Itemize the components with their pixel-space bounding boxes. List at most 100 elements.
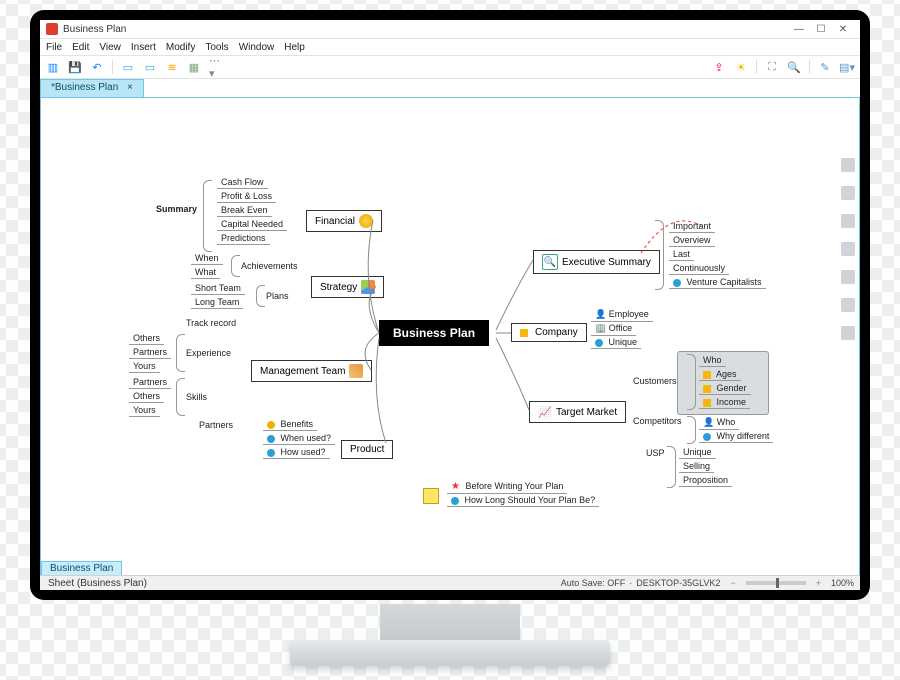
menu-window[interactable]: Window <box>239 42 275 53</box>
zoom-in-icon[interactable]: + <box>816 578 821 588</box>
zoom-fit-icon[interactable]: ⛶ <box>765 60 779 74</box>
new-icon[interactable]: ▥ <box>46 60 60 74</box>
leaf[interactable]: Profit & Loss <box>217 190 276 203</box>
leaf[interactable]: What <box>191 266 220 279</box>
idea-icon[interactable]: ☀ <box>734 60 748 74</box>
leaf[interactable]: When <box>191 252 223 265</box>
label-skills[interactable]: Skills <box>186 392 207 402</box>
menu-file[interactable]: File <box>46 42 62 53</box>
panel-icon-3[interactable] <box>841 214 855 228</box>
leaf[interactable]: Overview <box>669 234 715 247</box>
floating-note[interactable]: ★ Before Writing Your Plan <box>447 480 567 494</box>
menu-tools[interactable]: Tools <box>205 42 228 53</box>
mindmap-canvas[interactable]: Business Plan Financial Strategy Managem… <box>40 97 860 590</box>
boundary-icon[interactable]: ▦ <box>187 60 201 74</box>
node-strategy[interactable]: Strategy <box>311 276 384 298</box>
menu-view[interactable]: View <box>99 42 121 53</box>
search-icon[interactable]: 🔍 <box>787 60 801 74</box>
leaf[interactable]: Others <box>129 332 164 345</box>
node-central[interactable]: Business Plan <box>379 320 489 346</box>
zoom-value: 100% <box>831 578 854 588</box>
panel-icon-1[interactable] <box>841 158 855 172</box>
leaf[interactable]: Predictions <box>217 232 270 245</box>
zoom-out-icon[interactable]: − <box>730 578 735 588</box>
leaf[interactable]: Partners <box>129 346 171 359</box>
subtopic-icon[interactable]: ▭ <box>143 60 157 74</box>
undo-icon[interactable]: ↶ <box>90 60 104 74</box>
leaf[interactable]: 🏢 Office <box>591 322 636 336</box>
panel-icon-5[interactable] <box>841 270 855 284</box>
document-tab[interactable]: *Business Plan × <box>40 79 144 97</box>
leaf[interactable]: Why different <box>699 430 773 443</box>
node-management-team[interactable]: Management Team <box>251 360 372 382</box>
leaf[interactable]: Long Team <box>191 296 243 309</box>
label-experience[interactable]: Experience <box>186 348 231 358</box>
leaf[interactable]: Cash Flow <box>217 176 268 189</box>
topic-icon[interactable]: ▭ <box>121 60 135 74</box>
floating-note[interactable]: How Long Should Your Plan Be? <box>447 494 599 507</box>
more-icon[interactable]: ⋯▾ <box>209 60 223 74</box>
close-button[interactable]: ✕ <box>832 24 854 35</box>
menu-insert[interactable]: Insert <box>131 42 156 53</box>
save-icon[interactable]: 💾 <box>68 60 82 74</box>
sheet-tab[interactable]: Business Plan <box>41 561 122 575</box>
brace-icon <box>176 378 185 416</box>
label-usp[interactable]: USP <box>646 448 665 458</box>
node-company[interactable]: Company <box>511 323 587 342</box>
panel-icon-4[interactable] <box>841 242 855 256</box>
format-icon[interactable]: ✎ <box>818 60 832 74</box>
label-partners[interactable]: Partners <box>199 420 233 430</box>
menu-edit[interactable]: Edit <box>72 42 89 53</box>
node-financial[interactable]: Financial <box>306 210 382 232</box>
leaf[interactable]: Others <box>129 390 164 403</box>
leaf[interactable]: Proposition <box>679 474 732 487</box>
panel-icon-6[interactable] <box>841 298 855 312</box>
window-title: Business Plan <box>63 24 126 35</box>
leaf[interactable]: Continuously <box>669 262 729 275</box>
leaf[interactable]: 👤 Who <box>699 416 739 430</box>
leaf[interactable]: Venture Capitalists <box>669 276 766 289</box>
node-target-market[interactable]: 📈 Target Market <box>529 401 626 423</box>
maximize-button[interactable]: ☐ <box>810 24 832 35</box>
label-plans[interactable]: Plans <box>266 291 289 301</box>
panel-icon-2[interactable] <box>841 186 855 200</box>
leaf[interactable]: Yours <box>129 360 160 373</box>
leaf[interactable]: Partners <box>129 376 171 389</box>
relationship-icon[interactable]: ≋ <box>165 60 179 74</box>
leaf[interactable]: Ages <box>699 368 741 381</box>
leaf[interactable]: Unique <box>679 446 716 459</box>
menu-help[interactable]: Help <box>284 42 305 53</box>
dot-icon <box>267 449 275 457</box>
leaf[interactable]: Benefits <box>263 418 317 431</box>
leaf[interactable]: Income <box>699 396 750 409</box>
menu-modify[interactable]: Modify <box>166 42 195 53</box>
panel-icon[interactable]: ▤▾ <box>840 60 854 74</box>
leaf[interactable]: When used? <box>263 432 335 445</box>
leaf[interactable]: Who <box>699 354 726 367</box>
share-icon[interactable]: ⇪ <box>712 60 726 74</box>
leaf[interactable]: Selling <box>679 460 714 473</box>
label-competitors[interactable]: Competitors <box>633 416 682 426</box>
note-icon[interactable] <box>423 488 439 504</box>
node-executive-summary[interactable]: 🔍 Executive Summary <box>533 250 660 274</box>
leaf[interactable]: Gender <box>699 382 751 395</box>
leaf[interactable]: Capital Needed <box>217 218 287 231</box>
leaf[interactable]: Break Even <box>217 204 272 217</box>
leaf[interactable]: Important <box>669 220 715 233</box>
minimize-button[interactable]: — <box>788 24 810 35</box>
leaf[interactable]: 👤 Employee <box>591 308 653 322</box>
node-product[interactable]: Product <box>341 440 393 459</box>
leaf[interactable]: How used? <box>263 446 330 459</box>
panel-icon-7[interactable] <box>841 326 855 340</box>
label-achievements[interactable]: Achievements <box>241 261 298 271</box>
leaf[interactable]: Short Team <box>191 282 245 295</box>
leaf[interactable]: Yours <box>129 404 160 417</box>
zoom-slider[interactable] <box>746 581 806 585</box>
flag-icon <box>703 399 711 407</box>
label-track-record[interactable]: Track record <box>186 318 236 328</box>
menu-bar: File Edit View Insert Modify Tools Windo… <box>40 39 860 55</box>
leaf[interactable]: Last <box>669 248 694 261</box>
close-tab-icon[interactable]: × <box>127 82 133 93</box>
leaf[interactable]: Unique <box>591 336 641 349</box>
label-customers[interactable]: Customers <box>633 376 677 386</box>
